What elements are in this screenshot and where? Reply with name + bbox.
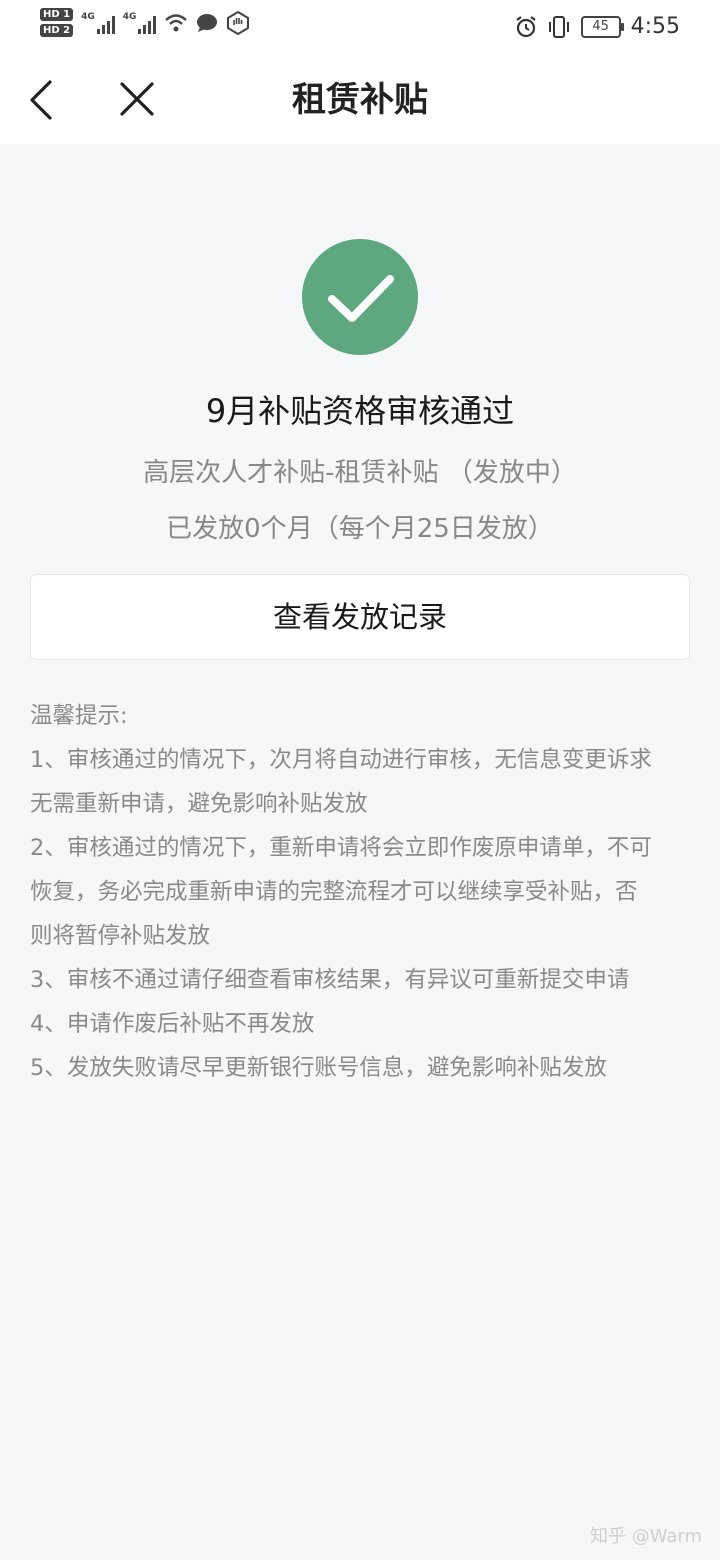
tips-section: 温馨提示: 1、审核通过的情况下，次月将自动进行审核，无信息变更诉求 无需重新申…: [30, 694, 695, 1090]
status-bar: HD 1 HD 2 4G 4G 45 4:55: [0, 0, 720, 56]
tip-line: 则将暂停补贴发放: [30, 923, 211, 949]
status-time: 4:55: [630, 14, 680, 39]
result-subtitle: 高层次人才补贴-租赁补贴 （发放中）: [143, 458, 577, 488]
alarm-icon: [515, 15, 536, 37]
tips-heading: 温馨提示:: [30, 703, 128, 729]
sim-indicators: HD 1 HD 2: [40, 8, 74, 37]
signal-2-icon: 4G: [123, 12, 157, 34]
vibrate-icon: [548, 15, 569, 38]
sim2-badge: HD 2: [40, 24, 74, 37]
shield-hand-icon: [227, 10, 250, 35]
result-title: 9月补贴资格审核通过: [205, 392, 515, 430]
status-left: HD 1 HD 2 4G 4G: [40, 8, 250, 37]
tip-line: 1、审核通过的情况下，次月将自动进行审核，无信息变更诉求: [30, 747, 652, 773]
view-record-button[interactable]: 查看发放记录: [30, 574, 690, 660]
tip-line: 无需重新申请，避免影响补贴发放: [30, 791, 368, 817]
battery-icon: 45: [580, 15, 624, 38]
tip-line: 恢复，务必完成重新申请的完整流程才可以继续享受补贴，否: [30, 879, 638, 905]
status-right: 45 4:55: [515, 14, 680, 39]
sim1-badge: HD 1: [40, 8, 74, 21]
tip-line: 4、申请作废后补贴不再发放: [30, 1011, 315, 1037]
watermark: 知乎 @Warm: [589, 1526, 702, 1547]
tip-line: 3、审核不通过请仔细查看审核结果，有异议可重新提交申请: [30, 967, 630, 993]
signal-1-icon: 4G: [81, 12, 115, 34]
issued-status: 已发放0个月（每个月25日发放）: [166, 514, 554, 544]
checkmark-icon: [328, 275, 394, 322]
network-type-2: 4G: [122, 11, 137, 22]
network-type-1: 4G: [81, 11, 95, 22]
wifi-icon: [165, 13, 188, 31]
page-title: 租赁补贴: [292, 80, 428, 120]
tip-line: 5、发放失败请尽早更新银行账号信息，避免影响补贴发放: [30, 1055, 607, 1081]
success-badge: [302, 239, 418, 355]
message-icon: [197, 13, 218, 32]
tip-line: 2、审核通过的情况下，重新申请将会立即作废原申请单，不可: [30, 835, 652, 861]
navigation-bar: 租赁补贴: [0, 56, 720, 144]
